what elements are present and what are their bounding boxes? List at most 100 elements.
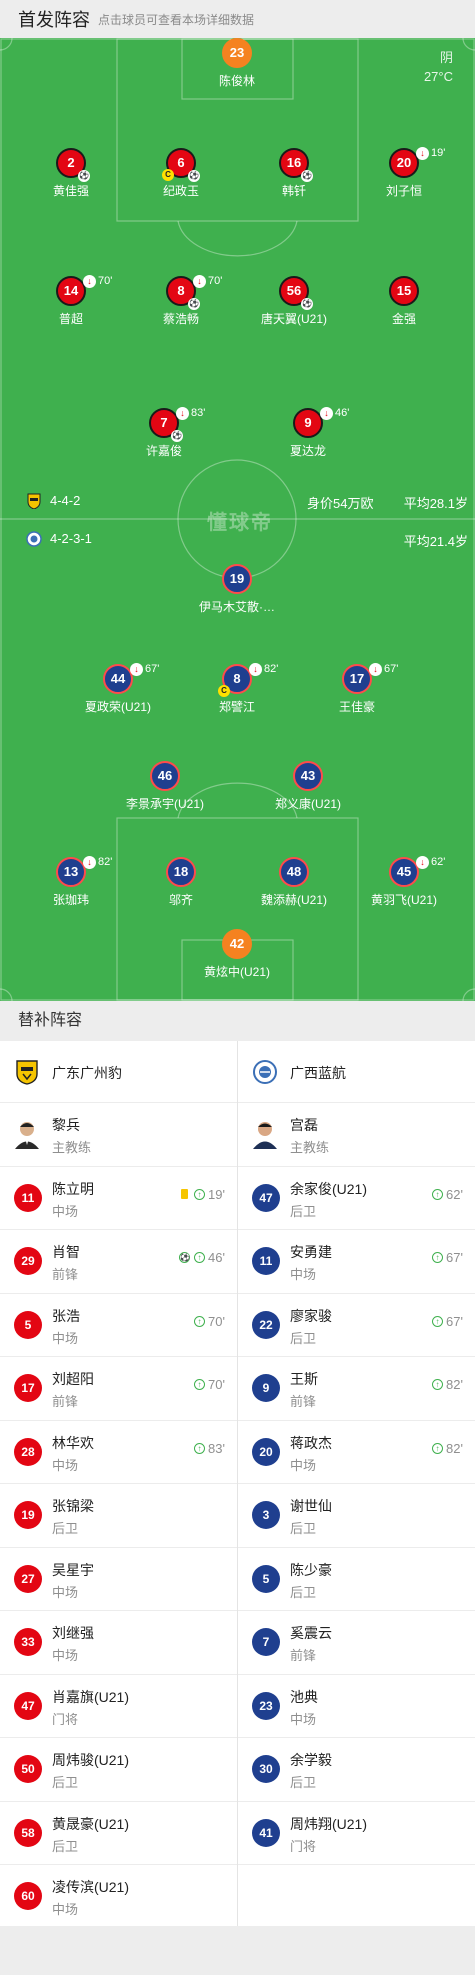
away-player[interactable]: 46 李景承宇(U21) bbox=[105, 761, 225, 812]
player-number: 5 bbox=[252, 1564, 280, 1593]
sub-player-row[interactable]: 11 安勇建 中场 ↑ 67' bbox=[238, 1230, 475, 1294]
home-player-gk[interactable]: 23 陈俊林 bbox=[177, 38, 297, 89]
player-name: 池典 bbox=[290, 1688, 318, 1705]
home-team-logo-icon bbox=[27, 493, 41, 509]
home-player[interactable]: 20 ↓ 19' 刘子恒 bbox=[344, 146, 464, 199]
away-player[interactable]: 48 魏添赫(U21) bbox=[234, 857, 354, 908]
player-number: 3 bbox=[252, 1501, 280, 1529]
home-team-name: 广东广州豹 bbox=[52, 1065, 122, 1081]
home-player[interactable]: 9 ↓ 46' 夏达龙 bbox=[248, 406, 368, 459]
sub-player-row[interactable]: 17 刘超阳 前锋 ↑ 70' bbox=[0, 1357, 237, 1421]
goal-ball-icon: ⚽ bbox=[171, 430, 183, 442]
player-number: 7 bbox=[160, 415, 168, 430]
away-player[interactable]: 44 ↓ 67' 夏政荣(U21) bbox=[58, 662, 178, 715]
away-player[interactable]: 13 ↓ 82' 张珈玮 bbox=[11, 855, 131, 908]
sub-player-row[interactable]: 20 蒋政杰 中场 ↑ 82' bbox=[238, 1421, 475, 1484]
home-player[interactable]: 8 ↓ 70' ⚽ 蔡浩畅 bbox=[121, 274, 241, 327]
player-events: ↑ 70' bbox=[194, 1377, 225, 1392]
sub-player-row[interactable]: 33 刘继强 中场 bbox=[0, 1611, 237, 1675]
sub-player-row[interactable]: 60 凌传滨(U21) 中场 bbox=[0, 1865, 237, 1929]
player-position: 中场 bbox=[52, 1584, 79, 1600]
sub-minute: 19' bbox=[431, 147, 446, 159]
sub-player-row[interactable]: 19 张锦梁 后卫 bbox=[0, 1484, 237, 1548]
player-name: 吴星宇 bbox=[52, 1561, 94, 1578]
player-name: 陈立明 bbox=[52, 1180, 94, 1197]
sub-player-row[interactable]: 28 林华欢 中场 ↑ 83' bbox=[0, 1421, 237, 1484]
sub-player-row[interactable]: 22 廖家骏 后卫 ↑ 67' bbox=[238, 1294, 475, 1357]
sub-in-minute: 67' bbox=[446, 1250, 463, 1265]
away-player[interactable]: 8 ↓ 82' C 郑譬江 bbox=[177, 662, 297, 715]
player-number: 8 bbox=[233, 671, 241, 686]
home-coach-row[interactable]: 黎兵 主教练 bbox=[0, 1103, 237, 1167]
home-player[interactable]: 2 ⚽ 黄佳强 bbox=[11, 148, 131, 199]
player-name: 余学毅 bbox=[290, 1752, 332, 1768]
sub-in-icon: ↑ bbox=[432, 1252, 444, 1263]
player-name: 谢世仙 bbox=[290, 1498, 332, 1514]
sub-player-row[interactable]: 5 张浩 中场 ↑ 70' bbox=[0, 1294, 237, 1357]
player-name: 伊马木艾散·… bbox=[199, 600, 275, 614]
sub-out-icon: ↓ bbox=[320, 406, 333, 420]
sub-in-icon: ↑ bbox=[194, 1188, 206, 1200]
away-player[interactable]: 19 伊马木艾散·… bbox=[177, 564, 297, 615]
page-footer bbox=[0, 1926, 475, 1975]
player-name: 刘继强 bbox=[52, 1625, 94, 1641]
player-number: 56 bbox=[286, 283, 302, 298]
player-number: 11 bbox=[252, 1247, 280, 1275]
sub-player-row[interactable]: 23 池典 中场 bbox=[238, 1675, 475, 1738]
sub-in-minute: 70' bbox=[208, 1313, 225, 1329]
home-player[interactable]: 6 C ⚽ 纪政玉 bbox=[121, 148, 241, 199]
away-team-row[interactable]: 广西蓝航 bbox=[238, 1041, 475, 1103]
captain-icon: C bbox=[218, 685, 230, 697]
away-player[interactable]: 18 邬齐 bbox=[121, 857, 241, 908]
player-name: 周炜翔(U21) bbox=[290, 1815, 368, 1832]
away-player[interactable]: 45 ↓ 62' 黄羽飞(U21) bbox=[344, 855, 464, 908]
player-name: 奚震云 bbox=[290, 1625, 332, 1641]
player-events: ↑ 67' bbox=[432, 1250, 463, 1265]
home-team-row[interactable]: 广东广州豹 bbox=[0, 1041, 237, 1103]
sub-player-row[interactable]: 3 谢世仙后卫 bbox=[238, 1484, 475, 1548]
sub-out-icon: ↓ bbox=[83, 855, 96, 869]
away-player[interactable]: 43 郑义康(U21) bbox=[248, 761, 368, 812]
away-team-name: 广西蓝航 bbox=[290, 1065, 346, 1081]
player-position: 后卫 bbox=[290, 1521, 317, 1536]
player-number: 27 bbox=[14, 1564, 42, 1593]
player-number: 43 bbox=[293, 761, 323, 791]
home-player[interactable]: 7 ↓ 83' ⚽ 许嘉俊 bbox=[104, 406, 224, 459]
player-name: 肖嘉旗(U21) bbox=[52, 1688, 130, 1705]
weather-info: 阴 27°C bbox=[424, 48, 453, 86]
sub-player-row[interactable]: 41 周炜翔(U21) 门将 bbox=[238, 1802, 475, 1865]
home-player[interactable]: 56 ⚽ 唐天翼(U21) bbox=[234, 276, 354, 327]
player-name: 陈少豪 bbox=[290, 1561, 332, 1578]
home-player[interactable]: 14 ↓ 70' 普超 bbox=[11, 274, 131, 327]
sub-player-row[interactable]: 29 肖智 前锋 ⚽ ↑ 46' bbox=[0, 1230, 237, 1294]
player-name: 林华欢 bbox=[52, 1434, 94, 1451]
player-position: 中场 bbox=[52, 1330, 79, 1346]
player-position: 后卫 bbox=[52, 1521, 79, 1536]
player-name: 邬齐 bbox=[168, 893, 193, 907]
sub-player-row[interactable]: 47 肖嘉旗(U21) 门将 bbox=[0, 1675, 237, 1738]
sub-out-icon: ↓ bbox=[193, 274, 206, 288]
sub-player-row[interactable]: 27 吴星宇中场 bbox=[0, 1548, 237, 1611]
sub-minute: 46' bbox=[335, 407, 350, 419]
player-number: 7 bbox=[252, 1628, 280, 1656]
away-coach-row[interactable]: 宫磊 主教练 bbox=[238, 1103, 475, 1167]
sub-player-row[interactable]: 47 余家俊(U21) 后卫 ↑ 62' bbox=[238, 1167, 475, 1230]
sub-player-row[interactable]: 30 余学毅 后卫 bbox=[238, 1738, 475, 1802]
away-team-logo-icon bbox=[253, 1060, 277, 1084]
sub-in-icon: ↑ bbox=[432, 1379, 444, 1390]
sub-in-minute: 70' bbox=[208, 1377, 225, 1392]
player-number: 48 bbox=[279, 857, 309, 887]
player-name: 陈俊林 bbox=[218, 74, 255, 88]
home-player[interactable]: 16 ⚽ 韩钎 bbox=[234, 148, 354, 199]
sub-player-row[interactable]: 58 黄晟豪(U21) 后卫 bbox=[0, 1802, 237, 1865]
sub-player-row[interactable]: 11 陈立明 中场 ↑ 19' bbox=[0, 1167, 237, 1230]
sub-player-row[interactable]: 7 奚震云 前锋 bbox=[238, 1611, 475, 1675]
sub-player-row[interactable]: 5 陈少豪 后卫 bbox=[238, 1548, 475, 1611]
sub-player-row[interactable]: 9 王斯 前锋 ↑ 82' bbox=[238, 1357, 475, 1421]
sub-in-minute: 82' bbox=[446, 1377, 463, 1392]
sub-player-row[interactable]: 50 周炜骏(U21) 后卫 bbox=[0, 1738, 237, 1802]
away-player-gk[interactable]: 42 黄炫中(U21) bbox=[177, 929, 297, 980]
player-number: 33 bbox=[14, 1628, 42, 1656]
home-player[interactable]: 15 金强 bbox=[344, 276, 464, 327]
away-player[interactable]: 17 ↓ 67' 王佳豪 bbox=[297, 662, 417, 715]
